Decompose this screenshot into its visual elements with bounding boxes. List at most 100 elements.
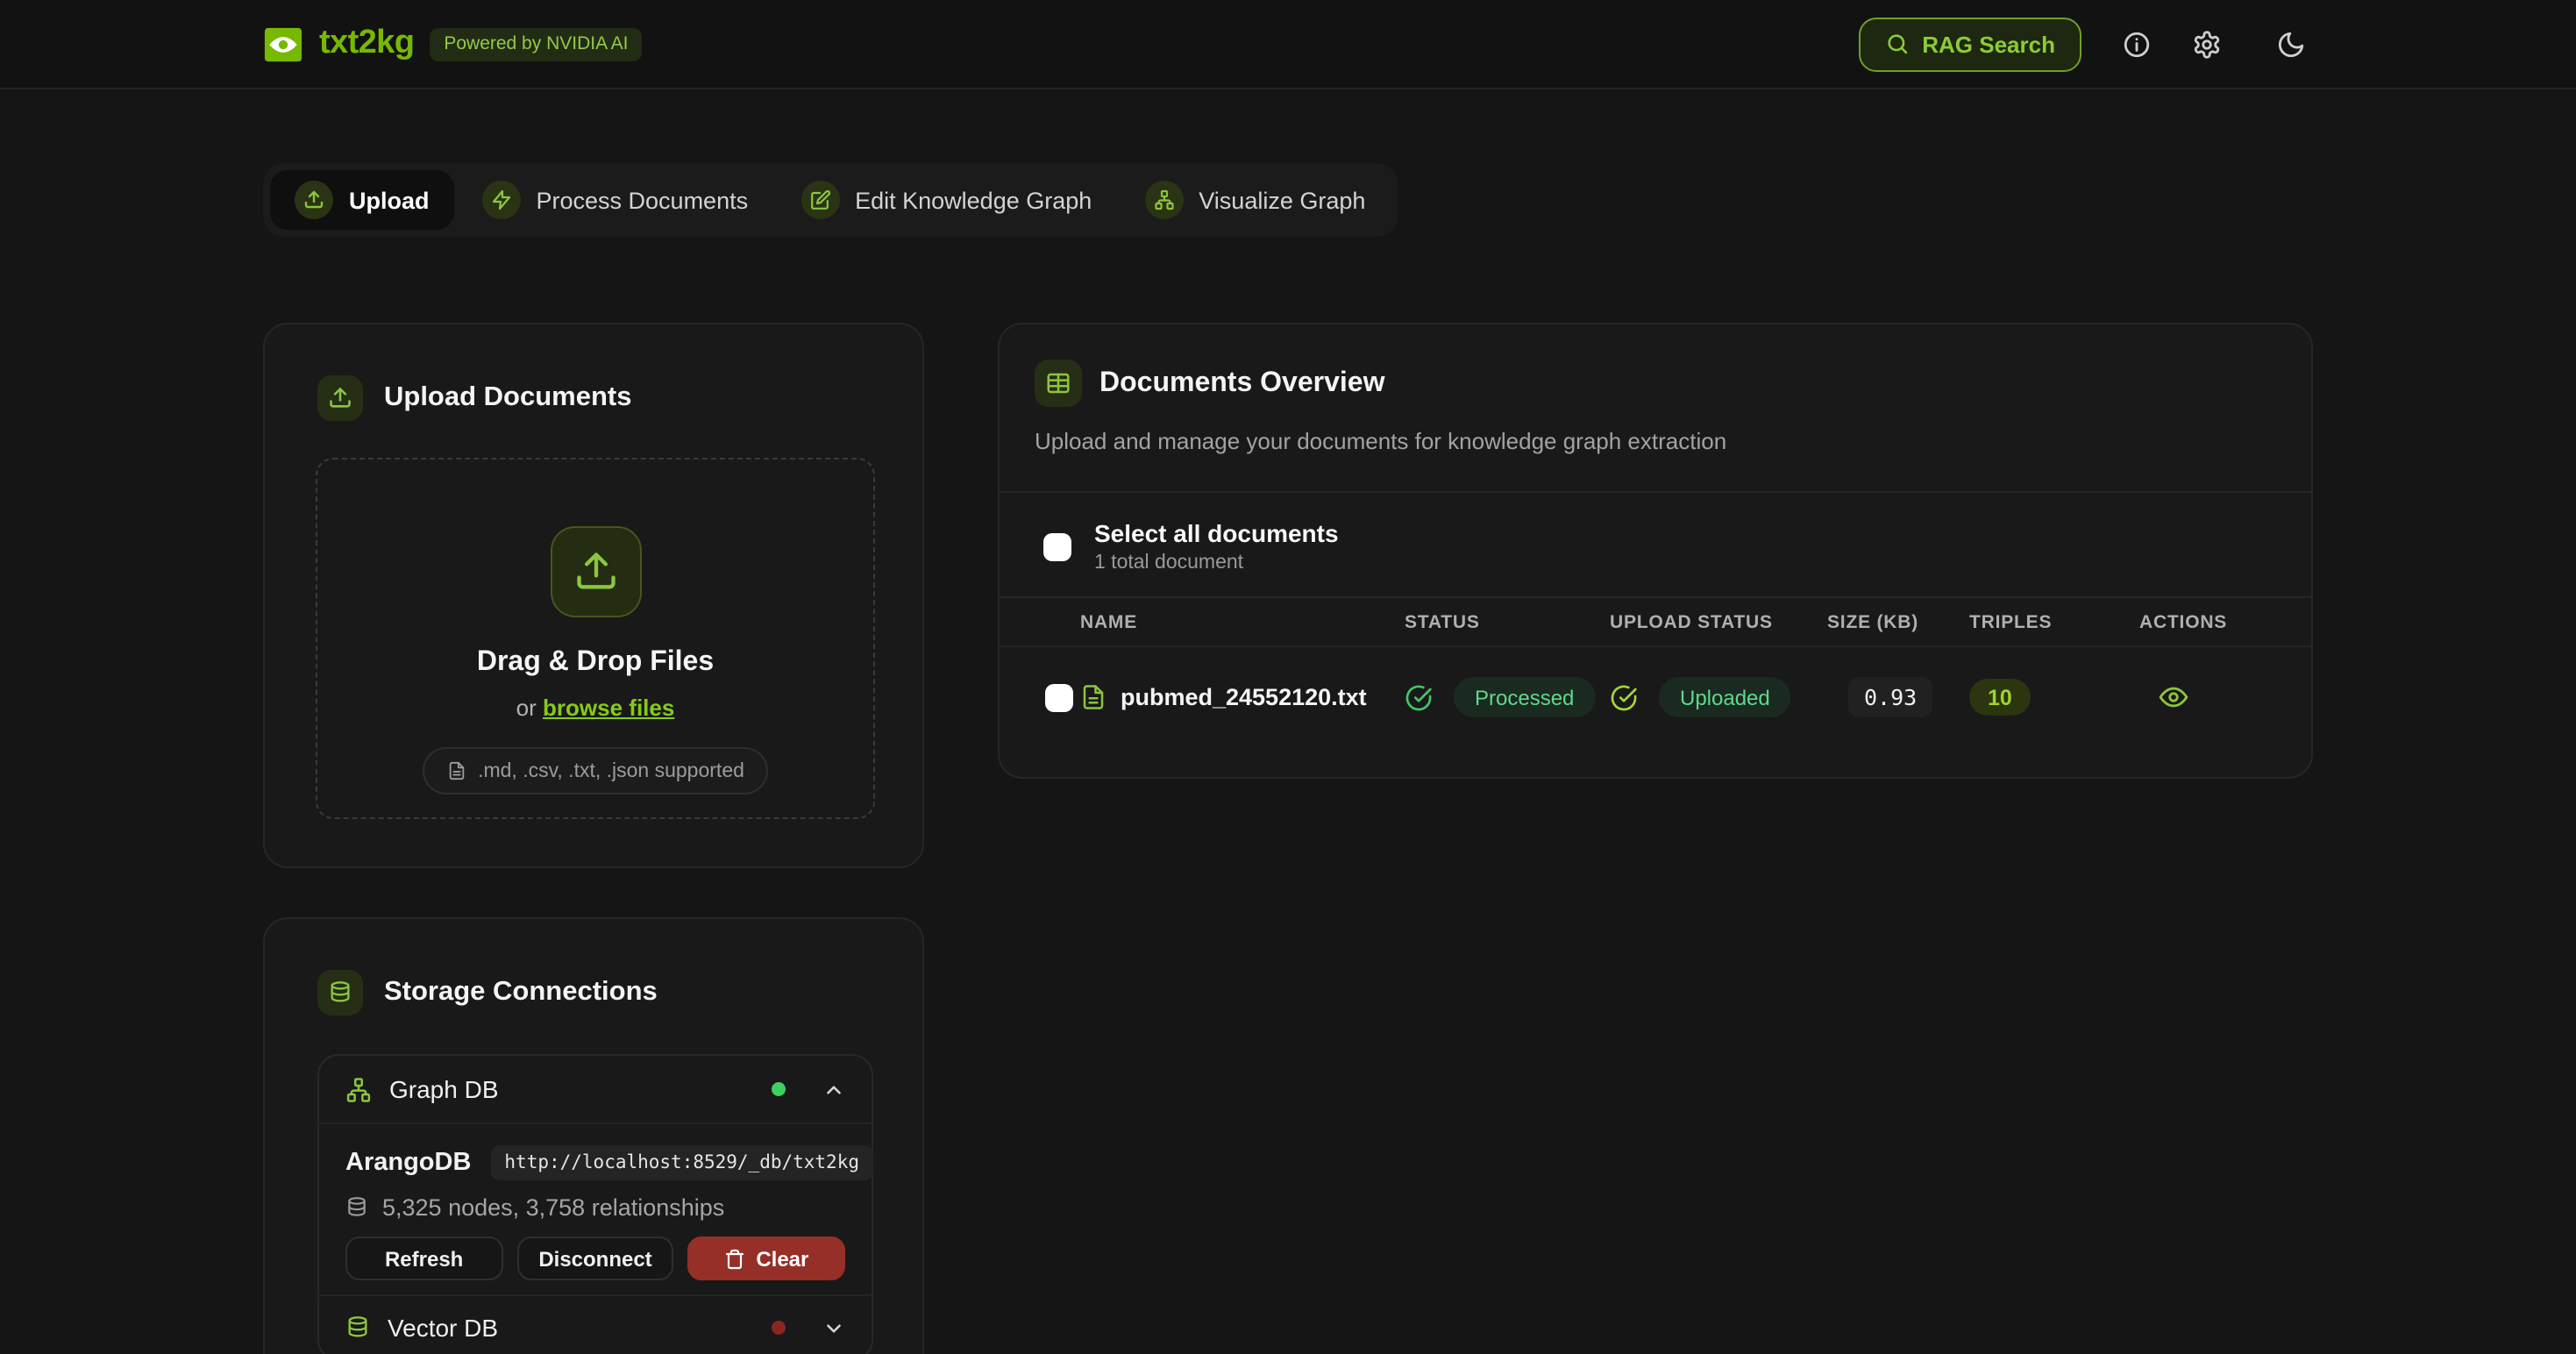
check-circle-icon <box>1610 683 1638 711</box>
documents-card-subtitle: Upload and manage your documents for kno… <box>1000 428 2311 454</box>
column-status: STATUS <box>1405 611 1610 632</box>
supported-formats-text: .md, .csv, .txt, .json supported <box>478 760 744 781</box>
refresh-label: Refresh <box>385 1246 463 1271</box>
check-circle-icon <box>1405 683 1433 711</box>
clear-button[interactable]: Clear <box>688 1236 845 1280</box>
info-button[interactable] <box>2110 18 2162 70</box>
dropzone-title: Drag & Drop Files <box>477 647 714 679</box>
file-icon <box>1080 684 1107 710</box>
lightning-icon <box>482 181 521 219</box>
search-icon <box>1885 32 1910 56</box>
nvidia-logo-icon <box>263 24 303 64</box>
table-row: pubmed_24552120.txt Processed Uploaded <box>1000 647 2311 747</box>
refresh-button[interactable]: Refresh <box>345 1236 502 1280</box>
tab-edit-knowledge-graph-label: Edit Knowledge Graph <box>855 187 1092 213</box>
upload-status-cell: Uploaded <box>1610 677 1827 717</box>
database-icon <box>317 970 363 1016</box>
disconnect-label: Disconnect <box>538 1246 651 1271</box>
column-size: SIZE (KB) <box>1827 611 1969 632</box>
column-triples: TRIPLES <box>1969 611 2139 632</box>
powered-by-badge: Powered by NVIDIA AI <box>430 27 642 61</box>
rag-search-button[interactable]: RAG Search <box>1859 17 2081 71</box>
tab-upload-label: Upload <box>349 187 430 213</box>
column-actions: ACTIONS <box>2139 611 2266 632</box>
settings-button[interactable] <box>2180 18 2232 70</box>
file-icon <box>446 761 466 780</box>
graph-network-icon <box>1144 181 1183 219</box>
app-title: txt2kg <box>319 25 414 63</box>
upload-card-header: Upload Documents <box>265 324 922 421</box>
dark-mode-toggle[interactable] <box>2264 18 2316 70</box>
graph-db-actions: Refresh Disconnect Clear <box>345 1236 845 1280</box>
edit-icon <box>801 181 839 219</box>
upload-card-title: Upload Documents <box>384 382 631 414</box>
view-document-button[interactable] <box>2153 678 2192 716</box>
storage-card-header: Storage Connections <box>265 919 922 1016</box>
dropzone-subtitle: or browse files <box>516 695 675 721</box>
database-icon <box>345 1315 370 1340</box>
tab-upload[interactable]: Upload <box>270 170 454 230</box>
graph-network-icon <box>345 1076 372 1102</box>
tab-bar: Upload Process Documents Edit Knowledge … <box>263 163 1397 237</box>
or-text: or <box>516 695 537 721</box>
brand-group: txt2kg Powered by NVIDIA AI <box>263 0 642 88</box>
column-name: NAME <box>1080 611 1405 632</box>
documents-card-header: Documents Overview <box>1000 324 2311 407</box>
tab-process-documents[interactable]: Process Documents <box>458 170 773 230</box>
document-name: pubmed_24552120.txt <box>1121 684 1367 710</box>
graph-db-toggle[interactable]: Graph DB <box>319 1056 872 1122</box>
browse-files-link[interactable]: browse files <box>543 695 674 721</box>
supported-formats-pill: .md, .csv, .txt, .json supported <box>422 747 769 795</box>
table-grid-icon <box>1035 360 1082 407</box>
storage-connections-card: Storage Connections Graph DB <box>263 917 924 1354</box>
eye-icon <box>2158 682 2188 712</box>
select-all-label: Select all documents <box>1094 519 1339 547</box>
vector-db-toggle[interactable]: Vector DB <box>319 1294 872 1354</box>
moon-icon <box>2275 29 2305 59</box>
size-cell: 0.93 <box>1827 677 1969 717</box>
tab-process-documents-label: Process Documents <box>537 187 749 213</box>
status-badge: Processed <box>1454 677 1595 717</box>
vector-db-label: Vector DB <box>388 1314 498 1342</box>
total-documents-count: 1 total document <box>1094 552 1339 574</box>
triples-cell: 10 <box>1969 679 2139 716</box>
upload-status-badge: Uploaded <box>1659 677 1791 717</box>
tab-edit-knowledge-graph[interactable]: Edit Knowledge Graph <box>776 170 1116 230</box>
upload-icon <box>317 375 363 421</box>
upload-documents-card: Upload Documents Drag & Drop Files or br… <box>263 323 924 868</box>
select-all-checkbox[interactable] <box>1043 532 1071 560</box>
upload-icon <box>550 526 641 617</box>
table-header: NAME STATUS UPLOAD STATUS SIZE (KB) TRIP… <box>1000 596 2311 647</box>
actions-cell <box>2139 678 2266 716</box>
rag-search-label: RAG Search <box>1922 31 2055 57</box>
clear-label: Clear <box>756 1246 808 1271</box>
gear-icon <box>2191 29 2221 59</box>
triples-badge: 10 <box>1969 679 2031 716</box>
trash-icon <box>724 1248 745 1269</box>
documents-overview-card: Documents Overview Upload and manage you… <box>998 323 2313 779</box>
row-checkbox[interactable] <box>1045 683 1073 711</box>
provider-row: ArangoDB http://localhost:8529/_db/txt2k… <box>345 1144 845 1182</box>
info-icon <box>2121 29 2151 59</box>
document-name-cell: pubmed_24552120.txt <box>1080 684 1405 710</box>
graph-stats: 5,325 nodes, 3,758 relationships <box>382 1194 724 1220</box>
size-value: 0.93 <box>1848 677 1932 717</box>
disconnected-status-dot <box>772 1321 786 1335</box>
connections-panel: Graph DB ArangoDB http://localhost:8529/… <box>317 1054 873 1354</box>
connection-url: http://localhost:8529/_db/txt2kg <box>490 1145 873 1180</box>
app-root: txt2kg Powered by NVIDIA AI RAG Search <box>0 0 2576 1354</box>
dropzone[interactable]: Drag & Drop Files or browse files .md, .… <box>316 458 875 819</box>
provider-name: ArangoDB <box>345 1149 471 1177</box>
column-upload-status: UPLOAD STATUS <box>1610 611 1827 632</box>
select-all-row: Select all documents 1 total document <box>1000 493 2311 574</box>
storage-card-title: Storage Connections <box>384 977 658 1008</box>
chevron-up-icon <box>822 1078 845 1101</box>
graph-db-details: ArangoDB http://localhost:8529/_db/txt2k… <box>319 1122 872 1294</box>
stats-row: 5,325 nodes, 3,758 relationships <box>345 1189 845 1224</box>
tab-visualize-graph[interactable]: Visualize Graph <box>1120 170 1390 230</box>
connected-status-dot <box>772 1082 786 1096</box>
upload-icon <box>295 181 333 219</box>
disconnect-button[interactable]: Disconnect <box>516 1236 673 1280</box>
documents-card-title: Documents Overview <box>1099 367 1384 399</box>
header-actions: RAG Search <box>1859 0 2316 88</box>
